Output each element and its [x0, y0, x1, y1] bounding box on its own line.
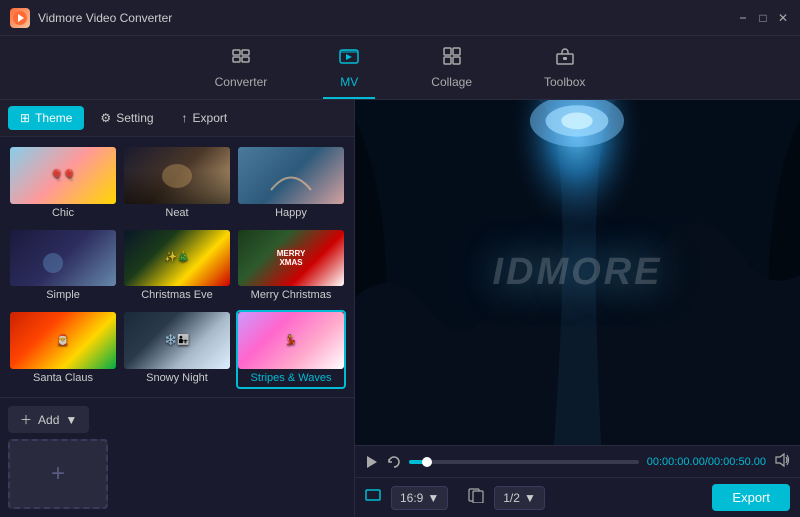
time-display: 00:00:00.00/00:00:50.00: [647, 456, 766, 468]
mv-icon: [339, 46, 359, 71]
progress-dot: [422, 457, 432, 467]
add-icon: ＋: [20, 411, 32, 428]
page-indicator-value: 1/2: [503, 491, 520, 505]
setting-icon: ⚙: [100, 111, 111, 125]
theme-snowy-label: Snowy Night: [146, 369, 208, 387]
page-icon: [468, 487, 484, 508]
video-preview: IDMORE: [355, 100, 800, 445]
page-indicator-button[interactable]: 1/2 ▼: [494, 486, 545, 510]
theme-neat-thumb: [124, 147, 230, 204]
theme-neat[interactable]: Neat: [122, 145, 232, 224]
titlebar-left: Vidmore Video Converter: [10, 8, 172, 28]
subtabs-bar: ⊞ Theme ⚙ Setting ↑ Export: [0, 100, 354, 137]
aspect-dropdown-icon: ▼: [427, 491, 439, 505]
watermark-text: IDMORE: [493, 251, 663, 294]
theme-chic-thumb: 🎈🎈: [10, 147, 116, 204]
theme-happy-label: Happy: [275, 204, 307, 222]
plus-icon: +: [51, 460, 65, 488]
video-controls: 00:00:00.00/00:00:50.00: [355, 445, 800, 477]
toolbox-icon: [555, 46, 575, 71]
theme-simple-label: Simple: [46, 286, 80, 304]
theme-neat-label: Neat: [165, 204, 188, 222]
add-button[interactable]: ＋ Add ▼: [8, 406, 89, 433]
aspect-ratio-value: 16:9: [400, 491, 423, 505]
nav-collage-label: Collage: [431, 75, 472, 89]
theme-christmas-eve-thumb: ✨🎄: [124, 230, 230, 287]
nav-mv-label: MV: [340, 75, 358, 89]
theme-merry-christmas-thumb: MERRYXMAS: [238, 230, 344, 287]
replay-button[interactable]: [387, 455, 401, 469]
nav-collage[interactable]: Collage: [415, 38, 488, 99]
add-dropdown-icon: ▼: [65, 413, 77, 427]
subtab-theme-label: Theme: [35, 111, 72, 125]
minimize-button[interactable]: ⎯: [736, 11, 750, 25]
theme-happy-thumb: [238, 147, 344, 204]
app-icon: [10, 8, 30, 28]
theme-stripes-waves[interactable]: 💃 Stripes & Waves: [236, 310, 346, 389]
subtab-export-label: Export: [193, 111, 228, 125]
subtab-export[interactable]: ↑ Export: [170, 106, 240, 130]
close-button[interactable]: ✕: [776, 11, 790, 25]
page-dropdown-icon: ▼: [524, 491, 536, 505]
theme-merry-christmas[interactable]: MERRYXMAS Merry Christmas: [236, 228, 346, 307]
theme-stripes-thumb: 💃: [238, 312, 344, 369]
aspect-ratio-icon: [365, 487, 381, 508]
progress-bar[interactable]: [409, 460, 639, 464]
main-content: ⊞ Theme ⚙ Setting ↑ Export 🎈🎈 Chic: [0, 100, 800, 517]
theme-snowy-thumb: ❄️👨‍👧: [124, 312, 230, 369]
right-panel: IDMORE 00:00:00.00/00:00:50.00: [355, 100, 800, 517]
add-section: ＋ Add ▼ +: [0, 397, 354, 517]
theme-santa-label: Santa Claus: [33, 369, 93, 387]
theme-merry-christmas-label: Merry Christmas: [251, 286, 332, 304]
titlebar: Vidmore Video Converter ⎯ □ ✕: [0, 0, 800, 36]
nav-converter[interactable]: Converter: [199, 38, 284, 99]
window-controls: ⎯ □ ✕: [736, 11, 790, 25]
export-button[interactable]: Export: [712, 484, 790, 511]
converter-icon: [231, 46, 251, 71]
maximize-button[interactable]: □: [756, 11, 770, 25]
theme-santa-thumb: 🎅: [10, 312, 116, 369]
left-panel: ⊞ Theme ⚙ Setting ↑ Export 🎈🎈 Chic: [0, 100, 355, 517]
theme-happy[interactable]: Happy: [236, 145, 346, 224]
theme-chic[interactable]: 🎈🎈 Chic: [8, 145, 118, 224]
nav-toolbox-label: Toolbox: [544, 75, 585, 89]
nav-mv[interactable]: MV: [323, 38, 375, 99]
top-navigation: Converter MV Collage: [0, 36, 800, 100]
theme-stripes-label: Stripes & Waves: [251, 369, 332, 387]
theme-chic-label: Chic: [52, 204, 74, 222]
play-button[interactable]: [365, 455, 379, 469]
subtab-setting-label: Setting: [116, 111, 153, 125]
theme-santa-claus[interactable]: 🎅 Santa Claus: [8, 310, 118, 389]
theme-grid: 🎈🎈 Chic Neat: [0, 137, 354, 397]
add-media-placeholder[interactable]: +: [8, 439, 108, 509]
theme-snowy-night[interactable]: ❄️👨‍👧 Snowy Night: [122, 310, 232, 389]
subtab-theme[interactable]: ⊞ Theme: [8, 106, 84, 130]
bottom-toolbar: 16:9 ▼ 1/2 ▼ Export: [355, 477, 800, 517]
theme-simple-thumb: [10, 230, 116, 287]
theme-simple[interactable]: Simple: [8, 228, 118, 307]
theme-icon: ⊞: [20, 111, 30, 125]
export-tab-icon: ↑: [182, 111, 188, 125]
volume-icon[interactable]: [774, 452, 790, 471]
app-title: Vidmore Video Converter: [38, 11, 172, 25]
collage-icon: [442, 46, 462, 71]
subtab-setting[interactable]: ⚙ Setting: [88, 106, 165, 130]
theme-christmas-eve-label: Christmas Eve: [141, 286, 213, 304]
aspect-ratio-button[interactable]: 16:9 ▼: [391, 486, 448, 510]
add-label: Add: [38, 413, 59, 427]
nav-toolbox[interactable]: Toolbox: [528, 38, 601, 99]
theme-christmas-eve[interactable]: ✨🎄 Christmas Eve: [122, 228, 232, 307]
nav-converter-label: Converter: [215, 75, 268, 89]
